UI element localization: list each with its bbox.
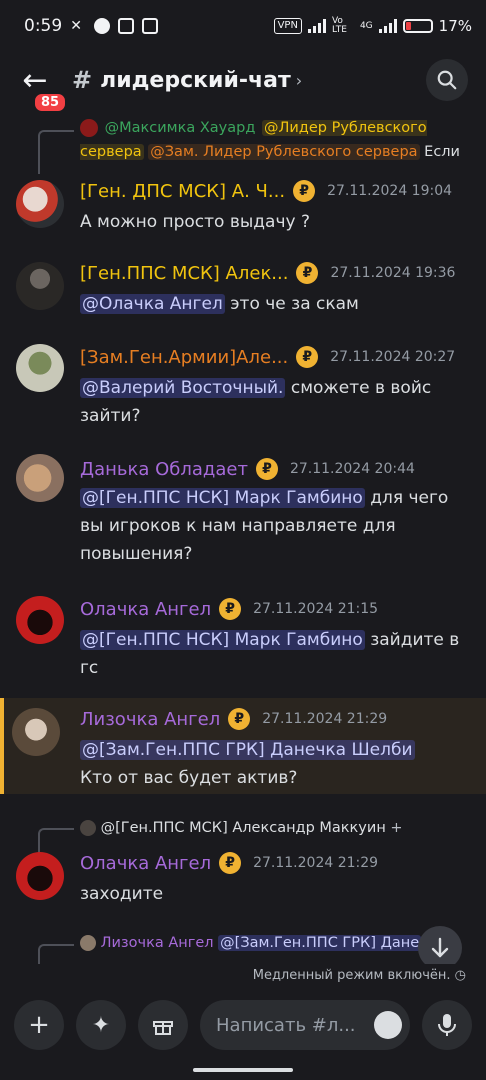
timestamp: 27.11.2024 21:15	[253, 601, 379, 617]
message-highlighted[interactable]: Лизочка Ангел ₽ 27.11.2024 21:29 @[Зам.Г…	[0, 698, 486, 794]
reply-preview[interactable]: @Максимка Хауард @Лидер Рублевского серв…	[80, 116, 466, 164]
avatar[interactable]	[12, 708, 60, 756]
reply-author[interactable]: Лизочка Ангел	[101, 935, 214, 951]
ruble-icon: ₽	[293, 180, 316, 202]
clock-icon: ◷	[454, 968, 466, 983]
ruble-icon: ₽	[219, 598, 242, 620]
circle-icon	[94, 18, 111, 34]
gesture-bar[interactable]	[193, 1068, 293, 1072]
mention[interactable]: @Олачка Ангел	[80, 294, 225, 314]
slow-mode-text: Медленный режим включён.	[252, 968, 451, 983]
ruble-icon: ₽	[219, 852, 242, 874]
channel-title[interactable]: лидерский-чат	[100, 68, 291, 93]
upload-icon	[142, 18, 159, 34]
timestamp: 27.11.2024 21:29	[253, 855, 379, 871]
chevron-right-icon[interactable]: ›	[296, 71, 302, 90]
reply-preview[interactable]: @[Ген.ППС МСК] Александр Маккуин +	[80, 816, 466, 840]
mention[interactable]: @[Ген.ППС НСК] Марк Гамбино	[80, 488, 365, 508]
author-name[interactable]: [Ген. ДПС МСК] А. Ч...	[80, 181, 285, 202]
avatar[interactable]	[16, 180, 64, 228]
author-name[interactable]: [Ген.ППС МСК] Алек...	[80, 263, 288, 284]
reply-plus: +	[390, 820, 403, 836]
ruble-icon: ₽	[255, 458, 278, 480]
network-type: 4G	[359, 20, 373, 31]
message[interactable]: Олачка Ангел ₽ 27.11.2024 21:29 заходите	[0, 842, 486, 922]
timestamp: 27.11.2024 20:27	[330, 349, 456, 365]
gift-button[interactable]	[138, 1000, 188, 1050]
arrow-down-icon	[431, 937, 449, 958]
add-attachment-button[interactable]: +	[14, 1000, 64, 1050]
message[interactable]: [Ген.ППС МСК] Алек... ₽ 27.11.2024 19:36…	[0, 252, 486, 332]
message-text: заходите	[80, 884, 164, 904]
unread-badge: 85	[32, 91, 69, 114]
message-text: Кто от вас будет актив?	[80, 768, 298, 788]
plus-icon: +	[28, 1010, 50, 1040]
reply-mention[interactable]: @[Ген.ППС МСК] Александр Маккуин	[101, 820, 386, 836]
message-text: А можно просто выдачу ?	[80, 212, 310, 232]
search-button[interactable]	[426, 59, 468, 101]
status-bar: 0:59 ✕ VPN Vo LTE 4G 17%	[0, 0, 486, 52]
reply-text: Если	[424, 144, 460, 160]
mention[interactable]: @[Зам.Ген.ППС ГРК] Дане	[218, 935, 422, 951]
reply-connector	[38, 130, 74, 174]
voice-message-button[interactable]	[422, 1000, 472, 1050]
ruble-icon: ₽	[296, 346, 319, 368]
signal-icon	[307, 19, 326, 33]
apps-button[interactable]: ✦	[76, 1000, 126, 1050]
vpn-icon: VPN	[273, 18, 302, 34]
microphone-icon	[438, 1014, 456, 1036]
message-placeholder: Написать #л...	[216, 1014, 356, 1036]
mute-icon: ✕	[70, 18, 82, 34]
author-name[interactable]: Данька Обладает	[80, 459, 248, 480]
emoji-icon[interactable]	[374, 1011, 402, 1039]
message[interactable]: [Зам.Ген.Армии]Але... ₽ 27.11.2024 20:27…	[0, 336, 486, 440]
search-icon	[437, 70, 457, 90]
mention[interactable]: @[Ген.ППС НСК] Марк Гамбино	[80, 630, 365, 650]
avatar[interactable]	[16, 596, 64, 644]
mention[interactable]: @[Зам.Ген.ППС ГРК] Данечка Шелби	[80, 740, 415, 760]
ruble-icon: ₽	[228, 708, 251, 730]
message-composer: + ✦ Написать #л...	[0, 994, 486, 1056]
timestamp: 27.11.2024 20:44	[289, 461, 415, 477]
message[interactable]: Данька Обладает ₽ 27.11.2024 20:44 @[Ген…	[0, 446, 486, 580]
clock: 0:59	[24, 16, 63, 36]
hash-icon: #	[72, 66, 93, 94]
mention[interactable]: @Максимка Хауард	[103, 120, 258, 136]
volte-icon: Vo LTE	[331, 16, 347, 35]
avatar[interactable]	[16, 852, 64, 900]
mention[interactable]: @Зам. Лидер Рублевского сервера	[148, 144, 420, 160]
avatar[interactable]	[16, 454, 64, 502]
avatar[interactable]	[16, 344, 64, 392]
back-button[interactable]: ← 85	[18, 63, 69, 114]
slow-mode-notice: Медленный режим включён. ◷	[0, 964, 486, 988]
author-name[interactable]: [Зам.Ген.Армии]Але...	[80, 347, 288, 368]
battery-icon	[402, 19, 433, 33]
timestamp: 27.11.2024 21:29	[262, 711, 388, 727]
reply-avatar	[80, 119, 98, 137]
channel-header: ← 85 # лидерский-чат ›	[0, 52, 486, 114]
timestamp: 27.11.2024 19:36	[330, 265, 456, 281]
reply-avatar	[80, 820, 96, 836]
mention[interactable]: @Валерий Восточный.	[80, 378, 286, 398]
message-list[interactable]: @Максимка Хауард @Лидер Рублевского серв…	[0, 112, 486, 992]
author-name[interactable]: Олачка Ангел	[80, 599, 211, 620]
gift-icon	[153, 1021, 173, 1035]
reply-preview[interactable]: Лизочка Ангел @[Зам.Ген.ППС ГРК] Дане	[80, 931, 466, 955]
battery-level: 17%	[438, 17, 472, 35]
message[interactable]: [Ген. ДПС МСК] А. Ч... ₽ 27.11.2024 19:0…	[0, 170, 486, 246]
message[interactable]: Олачка Ангел ₽ 27.11.2024 21:15 @[Ген.ПП…	[0, 586, 486, 690]
message-text: это че за скам	[230, 294, 359, 314]
signal2-icon	[378, 19, 397, 33]
message-input[interactable]: Написать #л...	[200, 1000, 410, 1050]
apps-icon: ✦	[91, 1012, 111, 1038]
avatar[interactable]	[16, 262, 64, 310]
reply-avatar	[80, 935, 96, 951]
notification-icon	[118, 18, 135, 34]
author-name[interactable]: Лизочка Ангел	[80, 709, 220, 730]
timestamp: 27.11.2024 19:04	[327, 183, 453, 199]
ruble-icon: ₽	[296, 262, 319, 284]
author-name[interactable]: Олачка Ангел	[80, 853, 211, 874]
